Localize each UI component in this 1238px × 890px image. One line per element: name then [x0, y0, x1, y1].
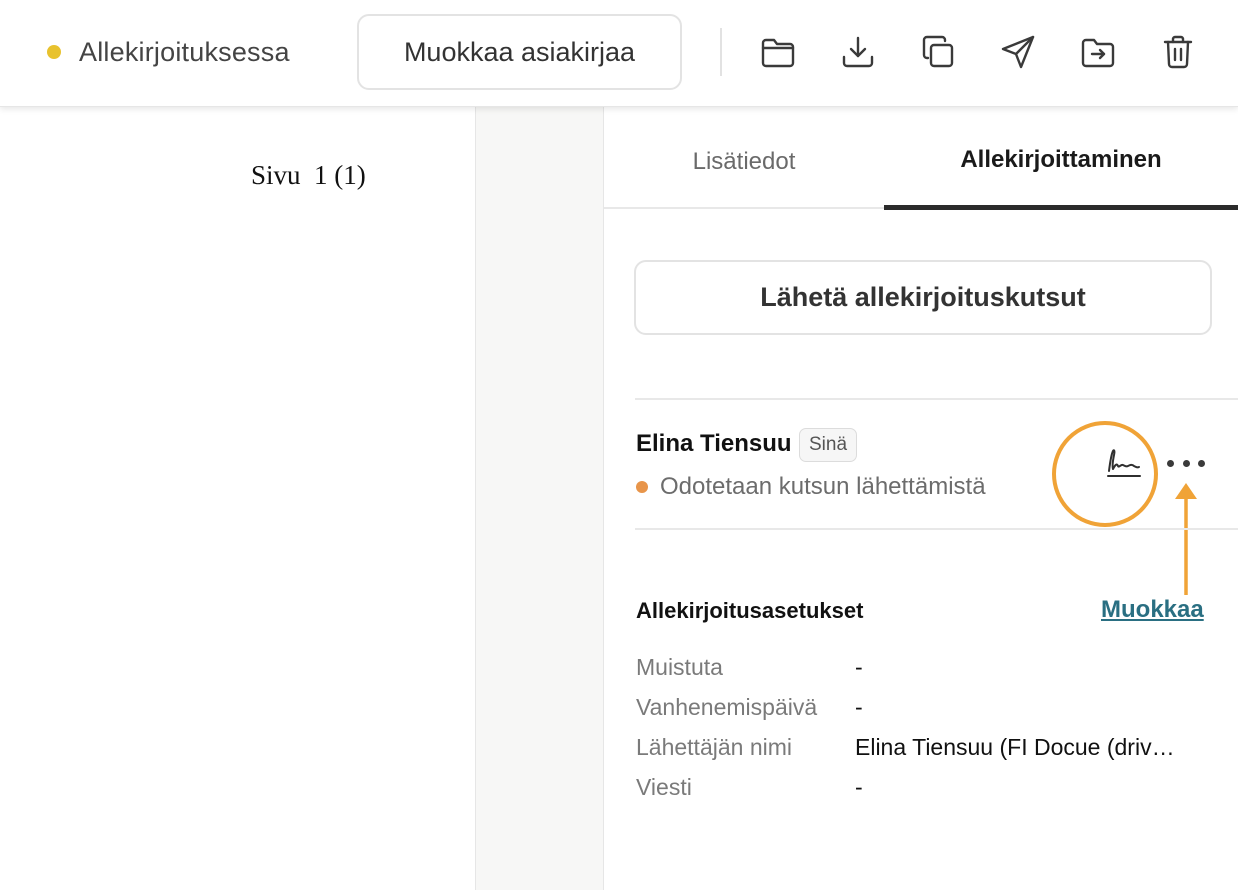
setting-label: Lähettäjän nimi — [636, 734, 792, 760]
send-icon[interactable] — [996, 30, 1040, 74]
document-page — [0, 107, 475, 890]
document-gutter — [475, 107, 604, 890]
divider — [635, 398, 1238, 400]
setting-label: Vanhenemispäivä — [636, 694, 818, 720]
sign-icon[interactable] — [1104, 447, 1144, 481]
pending-status-dot-icon — [636, 481, 648, 493]
you-badge: Sinä — [799, 428, 858, 462]
status-label: Allekirjoituksessa — [79, 36, 290, 67]
tab-additional-info[interactable]: Lisätiedot — [604, 107, 884, 209]
setting-label: Viesti — [636, 774, 692, 800]
pointer-arrow-icon — [1175, 483, 1197, 595]
edit-document-button[interactable]: Muokkaa asiakirjaa — [357, 14, 682, 90]
setting-label: Muistuta — [636, 654, 723, 680]
signing-settings-title: Allekirjoitusasetukset — [636, 598, 864, 623]
divider — [635, 528, 1238, 530]
signer-status: Odotetaan kutsun lähettämistä — [636, 473, 986, 501]
setting-value: - — [855, 654, 863, 680]
toolbar: Allekirjoituksessa Muokkaa asiakirjaa — [0, 0, 1238, 107]
trash-icon[interactable] — [1156, 30, 1200, 74]
setting-value: - — [855, 774, 863, 800]
more-options-icon[interactable] — [1167, 451, 1205, 475]
edit-settings-link[interactable]: Muokkaa — [1101, 596, 1204, 624]
send-invitations-button[interactable]: Lähetä allekirjoituskutsut — [634, 260, 1212, 335]
document-status: Allekirjoituksessa — [47, 36, 290, 68]
status-dot-icon — [47, 45, 61, 59]
folder-icon[interactable] — [756, 30, 800, 74]
side-panel: Lisätiedot Allekirjoittaminen Lähetä all… — [604, 107, 1238, 890]
setting-value: Elina Tiensuu (FI Docue (driv… — [855, 734, 1175, 760]
tab-signing[interactable]: Allekirjoittaminen — [884, 107, 1238, 210]
page-number: Sivu 1 (1) — [251, 160, 366, 190]
toolbar-divider — [720, 28, 722, 76]
download-icon[interactable] — [836, 30, 880, 74]
signer-name: Elina Tiensuu — [636, 430, 792, 457]
copy-icon[interactable] — [916, 30, 960, 74]
move-to-folder-icon[interactable] — [1076, 30, 1120, 74]
setting-value: - — [855, 694, 863, 720]
signer-status-text: Odotetaan kutsun lähettämistä — [660, 473, 986, 500]
panel-tabs: Lisätiedot Allekirjoittaminen — [604, 107, 1238, 210]
